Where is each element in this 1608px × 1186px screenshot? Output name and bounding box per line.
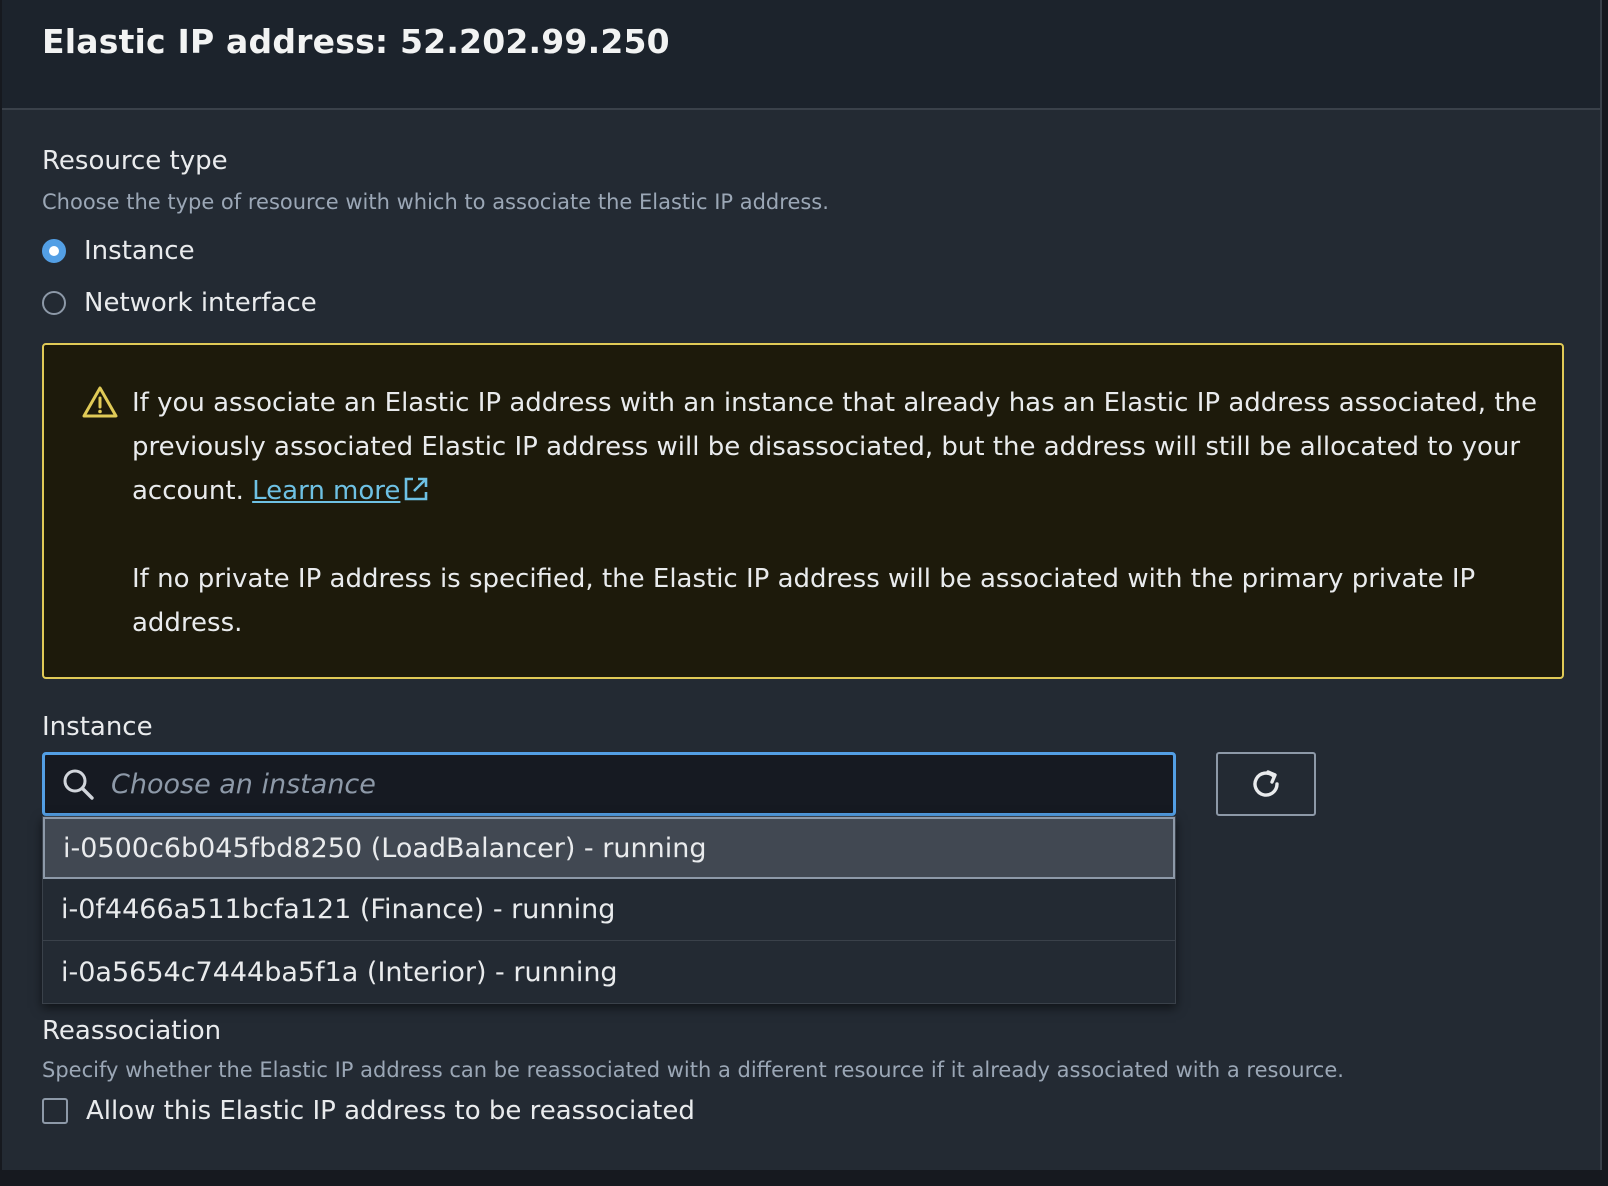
instance-option[interactable]: i-0f4466a511bcfa121 (Finance) - running bbox=[43, 879, 1175, 941]
refresh-button[interactable] bbox=[1216, 752, 1316, 816]
instance-option[interactable]: i-0500c6b045fbd8250 (LoadBalancer) - run… bbox=[43, 817, 1175, 879]
resource-type-label: Resource type bbox=[42, 146, 228, 176]
alert-content: If you associate an Elastic IP address w… bbox=[132, 381, 1542, 645]
instance-dropdown-list: i-0500c6b045fbd8250 (LoadBalancer) - run… bbox=[42, 816, 1176, 1004]
instance-search-field[interactable] bbox=[42, 752, 1176, 816]
resource-type-description: Choose the type of resource with which t… bbox=[42, 190, 829, 214]
panel-header: Elastic IP address: 52.202.99.250 bbox=[2, 0, 1600, 110]
learn-more-label[interactable]: Learn more bbox=[252, 476, 400, 506]
radio-button-instance[interactable] bbox=[42, 239, 66, 263]
instance-search-input[interactable] bbox=[109, 756, 1173, 812]
warning-alert: If you associate an Elastic IP address w… bbox=[42, 343, 1564, 679]
reassociation-description: Specify whether the Elastic IP address c… bbox=[42, 1058, 1344, 1082]
instance-label: Instance bbox=[42, 712, 153, 742]
reassociation-checkbox-row[interactable]: Allow this Elastic IP address to be reas… bbox=[42, 1096, 695, 1126]
reassociation-checkbox[interactable] bbox=[42, 1098, 68, 1124]
radio-label-instance: Instance bbox=[84, 236, 195, 266]
radio-button-network-interface[interactable] bbox=[42, 291, 66, 315]
radio-option-instance[interactable]: Instance bbox=[42, 236, 195, 266]
alert-paragraph-2: If no private IP address is specified, t… bbox=[132, 564, 1476, 638]
warning-triangle-icon bbox=[82, 386, 118, 418]
radio-label-network-interface: Network interface bbox=[84, 288, 317, 318]
alert-paragraph-1: If you associate an Elastic IP address w… bbox=[132, 381, 1542, 513]
associate-eip-panel: Elastic IP address: 52.202.99.250 Resour… bbox=[2, 0, 1602, 1170]
reassociation-checkbox-label: Allow this Elastic IP address to be reas… bbox=[86, 1096, 695, 1126]
external-link-icon bbox=[405, 477, 428, 501]
refresh-icon bbox=[1253, 770, 1279, 797]
instance-option[interactable]: i-0a5654c7444ba5f1a (Interior) - running bbox=[43, 941, 1175, 1003]
reassociation-label: Reassociation bbox=[42, 1016, 222, 1046]
radio-option-network-interface[interactable]: Network interface bbox=[42, 288, 317, 318]
page-title: Elastic IP address: 52.202.99.250 bbox=[42, 22, 670, 61]
learn-more-link[interactable]: Learn more bbox=[252, 476, 430, 506]
search-icon bbox=[63, 769, 94, 800]
